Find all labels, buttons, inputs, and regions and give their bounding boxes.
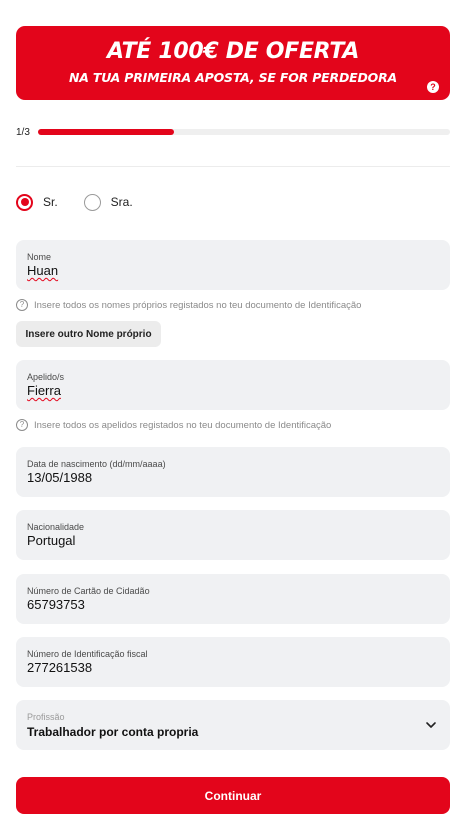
first-name-input[interactable]: Huan bbox=[27, 263, 58, 278]
birthdate-field[interactable]: Data de nascimento (dd/mm/aaaa) 13/05/19… bbox=[16, 447, 450, 497]
birthdate-input[interactable]: 13/05/1988 bbox=[27, 470, 92, 485]
progress-bar bbox=[38, 129, 450, 135]
promo-title: ATÉ 100€ DE OFERTA bbox=[106, 39, 360, 64]
continue-button[interactable]: Continuar bbox=[16, 777, 450, 814]
chevron-down-icon[interactable] bbox=[425, 719, 437, 731]
first-name-label: Nome bbox=[27, 252, 52, 262]
radio-sr-label: Sr. bbox=[43, 195, 58, 209]
tax-id-label: Número de Identificação fiscal bbox=[27, 649, 148, 659]
profession-value[interactable]: Trabalhador por conta propria bbox=[27, 725, 198, 739]
question-circle-icon: ? bbox=[16, 419, 28, 431]
nationality-label: Nacionalidade bbox=[27, 522, 85, 532]
last-name-label: Apelido/s bbox=[27, 372, 65, 382]
first-name-hint-text: Insere todos os nomes próprios registado… bbox=[34, 299, 362, 311]
divider bbox=[16, 166, 450, 167]
promo-banner: ATÉ 100€ DE OFERTA NA TUA PRIMEIRA APOST… bbox=[16, 26, 450, 100]
promo-subtitle: NA TUA PRIMEIRA APOSTA, SE FOR PERDEDORA bbox=[69, 70, 397, 85]
radio-sra-circle[interactable] bbox=[83, 193, 101, 211]
help-icon[interactable]: ? bbox=[427, 81, 439, 93]
last-name-hint: ? Insere todos os apelidos registados no… bbox=[16, 418, 331, 432]
progress-bar-fill bbox=[38, 129, 174, 135]
last-name-hint-text: Insere todos os apelidos registados no t… bbox=[34, 419, 332, 431]
first-name-field[interactable]: Nome Huan bbox=[16, 240, 450, 290]
nationality-input[interactable]: Portugal bbox=[27, 533, 75, 548]
last-name-input[interactable]: Fierra bbox=[27, 383, 61, 398]
radio-sra[interactable]: Sra. bbox=[83, 193, 133, 211]
radio-sr-circle[interactable] bbox=[16, 193, 33, 211]
question-circle-icon: ? bbox=[16, 299, 28, 311]
add-first-name-button[interactable]: Insere outro Nome próprio bbox=[16, 321, 161, 347]
title-radio-group: Sr. Sra. bbox=[16, 193, 159, 211]
radio-sr[interactable]: Sr. bbox=[16, 193, 58, 211]
profession-label: Profissão bbox=[27, 712, 65, 722]
first-name-hint: ? Insere todos os nomes próprios regista… bbox=[16, 298, 361, 312]
birthdate-label: Data de nascimento (dd/mm/aaaa) bbox=[27, 459, 166, 469]
progress-step-label: 1/3 bbox=[16, 127, 30, 138]
nationality-field[interactable]: Nacionalidade Portugal bbox=[16, 510, 450, 560]
last-name-field[interactable]: Apelido/s Fierra bbox=[16, 360, 450, 410]
radio-sra-label: Sra. bbox=[110, 195, 133, 209]
profession-select[interactable]: Profissão Trabalhador por conta propria bbox=[16, 700, 450, 750]
tax-id-field[interactable]: Número de Identificação fiscal 277261538 bbox=[16, 637, 450, 687]
citizen-card-label: Número de Cartão de Cidadão bbox=[27, 586, 150, 596]
citizen-card-field[interactable]: Número de Cartão de Cidadão 65793753 bbox=[16, 574, 450, 624]
tax-id-input[interactable]: 277261538 bbox=[27, 660, 92, 675]
citizen-card-input[interactable]: 65793753 bbox=[27, 597, 85, 612]
